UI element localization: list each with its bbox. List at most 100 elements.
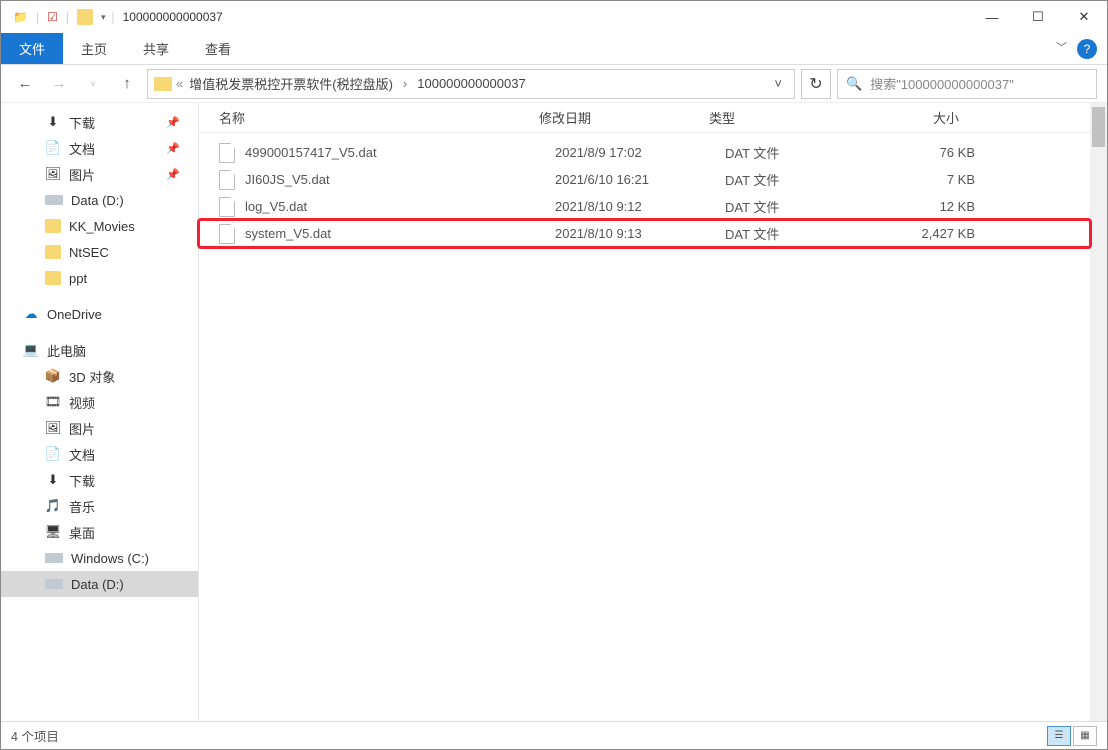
sidebar-item-label: 3D 对象 xyxy=(69,367,115,386)
details-view-button[interactable]: ☰ xyxy=(1047,726,1071,746)
file-icon xyxy=(219,224,235,244)
close-button[interactable]: ✕ xyxy=(1061,1,1107,33)
item-icon: 🖼 xyxy=(45,421,61,435)
item-icon: ⬇ xyxy=(45,115,61,129)
drive-icon xyxy=(45,579,63,589)
folder-icon xyxy=(77,9,93,25)
help-button[interactable]: ? xyxy=(1077,39,1097,59)
sidebar-item[interactable]: 🖥桌面 xyxy=(1,519,198,545)
breadcrumb-parent[interactable]: 增值税发票税控开票软件(税控盘版) xyxy=(187,74,395,93)
ribbon-tabs: 文件 主页 共享 查看 ﹀ ? xyxy=(1,33,1107,65)
up-button[interactable]: ↑ xyxy=(113,70,141,98)
tab-view[interactable]: 查看 xyxy=(187,33,249,64)
item-icon: 📄 xyxy=(45,447,61,461)
sidebar-item[interactable]: ⬇下载📌 xyxy=(1,109,198,135)
sidebar-item[interactable]: ppt xyxy=(1,265,198,291)
sidebar-item-label: 音乐 xyxy=(69,497,95,516)
col-name[interactable]: 名称 xyxy=(219,108,539,127)
forward-button[interactable]: → xyxy=(45,70,73,98)
file-icon xyxy=(219,197,235,217)
sidebar-item[interactable]: NtSEC xyxy=(1,239,198,265)
refresh-button[interactable]: ↻ xyxy=(801,69,831,99)
tab-share[interactable]: 共享 xyxy=(125,33,187,64)
tab-home[interactable]: 主页 xyxy=(63,33,125,64)
file-name: 499000157417_V5.dat xyxy=(245,145,555,160)
sidebar-item[interactable]: Data (D:) xyxy=(1,187,198,213)
pin-icon: 📌 xyxy=(166,142,180,155)
col-type[interactable]: 类型 xyxy=(709,108,859,127)
file-date: 2021/8/10 9:13 xyxy=(555,226,725,241)
icons-view-button[interactable]: ▦ xyxy=(1073,726,1097,746)
file-name: log_V5.dat xyxy=(245,199,555,214)
file-date: 2021/8/9 17:02 xyxy=(555,145,725,160)
sidebar-item-label: NtSEC xyxy=(69,245,109,260)
folder-icon xyxy=(45,219,61,233)
sidebar-item-label: Data (D:) xyxy=(71,577,124,592)
breadcrumb-current[interactable]: 100000000000037 xyxy=(415,76,527,91)
sidebar-item-label: 此电脑 xyxy=(47,341,86,360)
divider: | xyxy=(36,10,39,24)
address-dropdown-icon[interactable]: ˅ xyxy=(768,76,788,91)
folder-icon: 📁 xyxy=(13,10,28,24)
sidebar-item-label: Windows (C:) xyxy=(71,551,149,566)
drive-icon xyxy=(45,195,63,205)
sidebar-item[interactable]: 📦3D 对象 xyxy=(1,363,198,389)
scrollbar[interactable] xyxy=(1090,103,1107,721)
breadcrumb-prefix: « xyxy=(176,76,183,91)
pc-icon: 💻 xyxy=(23,343,39,357)
sidebar-item-label: OneDrive xyxy=(47,307,102,322)
dropdown-icon[interactable]: ▾ xyxy=(101,12,106,23)
item-icon: 🖥 xyxy=(45,525,61,539)
sidebar-item-label: 图片 xyxy=(69,165,95,184)
sidebar-item[interactable]: 📄文档📌 xyxy=(1,135,198,161)
sidebar: ⬇下载📌📄文档📌🖼图片📌Data (D:)KK_MoviesNtSECppt ☁… xyxy=(1,103,199,721)
file-type: DAT 文件 xyxy=(725,143,875,162)
sidebar-item-label: 文档 xyxy=(69,445,95,464)
sidebar-item[interactable]: 🖼图片 xyxy=(1,415,198,441)
file-size: 76 KB xyxy=(875,145,1005,160)
checkbox-icon[interactable]: ☑ xyxy=(47,10,58,24)
file-row[interactable]: log_V5.dat2021/8/10 9:12DAT 文件12 KB xyxy=(199,193,1090,220)
sidebar-item-label: 视频 xyxy=(69,393,95,412)
file-row[interactable]: JI60JS_V5.dat2021/6/10 16:21DAT 文件7 KB xyxy=(199,166,1090,193)
file-name: JI60JS_V5.dat xyxy=(245,172,555,187)
sidebar-this-pc[interactable]: 💻 此电脑 xyxy=(1,337,198,363)
item-count: 4 个项目 xyxy=(11,726,59,745)
folder-icon xyxy=(45,271,61,285)
divider: | xyxy=(112,10,115,24)
file-size: 2,427 KB xyxy=(875,226,1005,241)
sidebar-item[interactable]: 🖼图片📌 xyxy=(1,161,198,187)
sidebar-item[interactable]: 🎵音乐 xyxy=(1,493,198,519)
scrollbar-thumb[interactable] xyxy=(1092,107,1105,147)
drive-icon xyxy=(45,553,63,563)
sidebar-item[interactable]: Windows (C:) xyxy=(1,545,198,571)
maximize-button[interactable]: ☐ xyxy=(1015,1,1061,33)
sidebar-item[interactable]: ⬇下载 xyxy=(1,467,198,493)
file-size: 12 KB xyxy=(875,199,1005,214)
tab-file[interactable]: 文件 xyxy=(1,33,63,64)
sidebar-item[interactable]: 🎞视频 xyxy=(1,389,198,415)
col-size[interactable]: 大小 xyxy=(859,108,989,127)
search-input[interactable]: 🔍 搜索"100000000000037" xyxy=(837,69,1097,99)
file-type: DAT 文件 xyxy=(725,224,875,243)
status-bar: 4 个项目 ☰ ▦ xyxy=(1,721,1107,749)
file-row[interactable]: system_V5.dat2021/8/10 9:13DAT 文件2,427 K… xyxy=(199,220,1090,247)
file-size: 7 KB xyxy=(875,172,1005,187)
search-icon: 🔍 xyxy=(846,76,862,92)
recent-dropdown[interactable]: ˅ xyxy=(79,70,107,98)
window-title: 100000000000037 xyxy=(123,10,223,24)
sidebar-item-label: Data (D:) xyxy=(71,193,124,208)
sidebar-onedrive[interactable]: ☁ OneDrive xyxy=(1,301,198,327)
sidebar-item[interactable]: 📄 文档 xyxy=(1,441,198,467)
sidebar-item[interactable]: Data (D:) xyxy=(1,571,198,597)
chevron-right-icon[interactable]: › xyxy=(399,76,411,91)
col-date[interactable]: 修改日期 xyxy=(539,108,709,127)
address-bar[interactable]: « 增值税发票税控开票软件(税控盘版) › 100000000000037 ˅ xyxy=(147,69,795,99)
ribbon-collapse-icon[interactable]: ﹀ xyxy=(1056,39,1067,55)
minimize-button[interactable]: ― xyxy=(969,1,1015,33)
folder-icon xyxy=(154,77,172,91)
back-button[interactable]: ← xyxy=(11,70,39,98)
sidebar-item-label: 下载 xyxy=(69,113,95,132)
sidebar-item[interactable]: KK_Movies xyxy=(1,213,198,239)
file-row[interactable]: 499000157417_V5.dat2021/8/9 17:02DAT 文件7… xyxy=(199,139,1090,166)
